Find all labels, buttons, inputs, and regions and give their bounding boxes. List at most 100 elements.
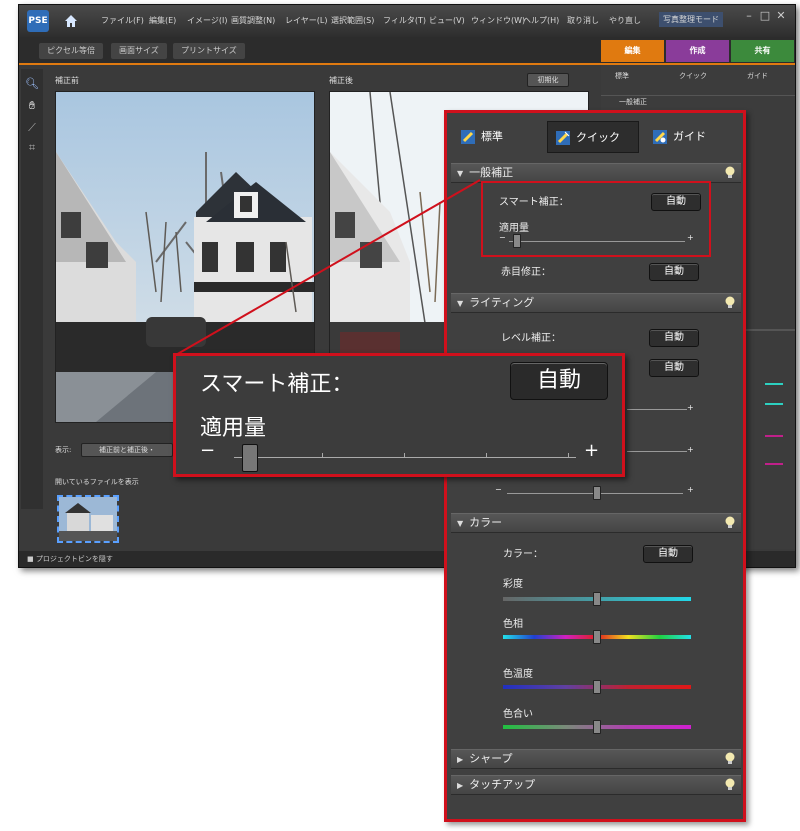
- tab-quick-label: クイック: [576, 131, 620, 144]
- zoom-auto-button[interactable]: 自動: [510, 362, 608, 400]
- hue-label: 色相: [503, 619, 523, 630]
- midtone-plus: +: [687, 485, 694, 494]
- saturation-slider-knob[interactable]: [593, 592, 601, 606]
- expand-triangle-icon: ▶: [457, 755, 464, 764]
- zoom-amount-track: [234, 457, 576, 458]
- view-select[interactable]: 補正前と補正後・: [81, 443, 173, 457]
- ghost-section-general: 一般補正: [619, 98, 647, 106]
- shadow-plus: +: [687, 403, 694, 412]
- hand-tool-icon[interactable]: ✋︎: [25, 99, 39, 113]
- crop-tool-icon[interactable]: ⌗: [25, 141, 39, 155]
- ghost-tab-guide: ガイド: [747, 72, 768, 80]
- tab-quick[interactable]: クイック: [547, 121, 639, 153]
- minimize-icon[interactable]: –: [743, 10, 755, 22]
- hide-bin-toggle[interactable]: ■ プロジェクトビンを隠す: [27, 555, 113, 563]
- contrast-auto-button[interactable]: 自動: [649, 359, 699, 377]
- after-label: 補正後: [329, 76, 353, 85]
- home-icon[interactable]: [63, 13, 79, 29]
- menu-enhance[interactable]: 画質調整(N): [231, 15, 275, 26]
- fit-screen-button[interactable]: 画面サイズ: [111, 43, 167, 59]
- close-icon[interactable]: ✕: [775, 10, 787, 22]
- levels-auto-button[interactable]: 自動: [649, 329, 699, 347]
- app-logo: PSE: [27, 10, 49, 32]
- section-sharpen[interactable]: ▶ シャープ: [451, 749, 741, 769]
- bulb-icon[interactable]: [725, 166, 735, 179]
- tab-guide[interactable]: ガイド: [653, 121, 706, 153]
- tab-standard[interactable]: 標準: [461, 121, 503, 153]
- section-general[interactable]: ▼ 一般補正: [451, 163, 741, 183]
- zoom-tool-icon[interactable]: 🔍︎: [25, 77, 39, 91]
- tab-standard-label: 標準: [481, 130, 503, 143]
- amount-track: [509, 241, 685, 242]
- color-auto-button[interactable]: 自動: [643, 545, 693, 563]
- maximize-icon[interactable]: □: [759, 10, 771, 22]
- menu-filter[interactable]: フィルタ(T): [383, 15, 426, 26]
- view-label: 表示:: [55, 446, 72, 454]
- tint-slider-knob[interactable]: [593, 720, 601, 734]
- undo-button[interactable]: 取り消し: [567, 15, 599, 26]
- section-color-label: カラー: [469, 516, 503, 529]
- reset-button[interactable]: 初期化: [527, 73, 569, 87]
- smart-fix-auto-button[interactable]: 自動: [651, 193, 701, 211]
- collapse-triangle-icon: ▼: [457, 519, 464, 528]
- toolbox: 🔍︎ ✋︎ ⟋ ⌗: [21, 69, 43, 509]
- collapse-triangle-icon: ▼: [457, 169, 464, 178]
- quick-selection-tool-icon[interactable]: ⟋: [25, 121, 39, 135]
- amount-plus: +: [687, 233, 694, 242]
- actual-pixels-button[interactable]: ピクセル等倍: [39, 43, 103, 59]
- section-lighting[interactable]: ▼ ライティング: [451, 293, 741, 313]
- menu-view[interactable]: ビュー(V): [429, 15, 465, 26]
- menu-image[interactable]: イメージ(I): [187, 15, 227, 26]
- hue-slider-knob[interactable]: [593, 630, 601, 644]
- zoom-plus: +: [584, 440, 600, 461]
- menu-file[interactable]: ファイル(F): [101, 15, 144, 26]
- tab-create[interactable]: 作成: [666, 40, 729, 62]
- amount-minus: −: [499, 233, 506, 242]
- expand-triangle-icon: ▶: [457, 781, 464, 790]
- levels-label: レベル補正：: [501, 333, 561, 344]
- menu-bar: PSE ファイル(F) 編集(E) イメージ(I) 画質調整(N) レイヤー(L…: [19, 5, 795, 37]
- menu-edit[interactable]: 編集(E): [149, 15, 176, 26]
- zoom-smart-fix-label: スマート補正：: [200, 372, 354, 397]
- print-size-button[interactable]: プリントサイズ: [173, 43, 245, 59]
- section-sharpen-label: シャープ: [469, 752, 513, 765]
- bulb-icon[interactable]: [725, 752, 735, 765]
- temperature-slider-knob[interactable]: [593, 680, 601, 694]
- tab-share[interactable]: 共有: [731, 40, 794, 62]
- tab-guide-label: ガイド: [673, 130, 706, 143]
- ghost-tab-standard: 標準: [615, 72, 629, 80]
- menu-layer[interactable]: レイヤー(L): [285, 15, 327, 26]
- section-touchup-label: タッチアップ: [469, 778, 536, 791]
- bulb-icon[interactable]: [725, 778, 735, 791]
- tab-edit[interactable]: 編集: [601, 40, 664, 62]
- bin-label: 開いているファイルを表示: [55, 478, 139, 486]
- red-eye-label: 赤目修正：: [501, 267, 551, 278]
- saturation-label: 彩度: [503, 579, 523, 590]
- quick-icon: [556, 131, 570, 145]
- zoom-amount-label: 適用量: [200, 416, 267, 441]
- bin-thumbnail[interactable]: [57, 495, 119, 543]
- bulb-icon[interactable]: [725, 516, 735, 529]
- redo-button[interactable]: やり直し: [609, 15, 641, 26]
- menu-select[interactable]: 選択範囲(S): [331, 15, 374, 26]
- smart-fix-label: スマート補正：: [499, 197, 569, 208]
- menu-help[interactable]: ヘルプ(H): [523, 15, 559, 26]
- bulb-icon[interactable]: [725, 296, 735, 309]
- zoom-amount-slider-knob[interactable]: [242, 444, 258, 472]
- before-label: 補正前: [55, 76, 79, 85]
- standard-icon: [461, 130, 475, 144]
- section-touchup[interactable]: ▶ タッチアップ: [451, 775, 741, 795]
- guide-icon: [653, 130, 667, 144]
- amount-slider-knob[interactable]: [513, 234, 521, 248]
- red-eye-auto-button[interactable]: 自動: [649, 263, 699, 281]
- zoom-minus: −: [200, 440, 216, 461]
- temperature-label: 色温度: [503, 669, 533, 680]
- tint-label: 色合い: [503, 709, 533, 720]
- section-lighting-label: ライティング: [469, 296, 535, 309]
- midtone-slider-knob[interactable]: [593, 486, 601, 500]
- color-label: カラー：: [503, 549, 543, 560]
- section-color[interactable]: ▼ カラー: [451, 513, 741, 533]
- menu-window[interactable]: ウィンドウ(W): [471, 15, 525, 26]
- collapse-triangle-icon: ▼: [457, 299, 464, 308]
- organizer-button[interactable]: 写真整理モード: [659, 12, 723, 27]
